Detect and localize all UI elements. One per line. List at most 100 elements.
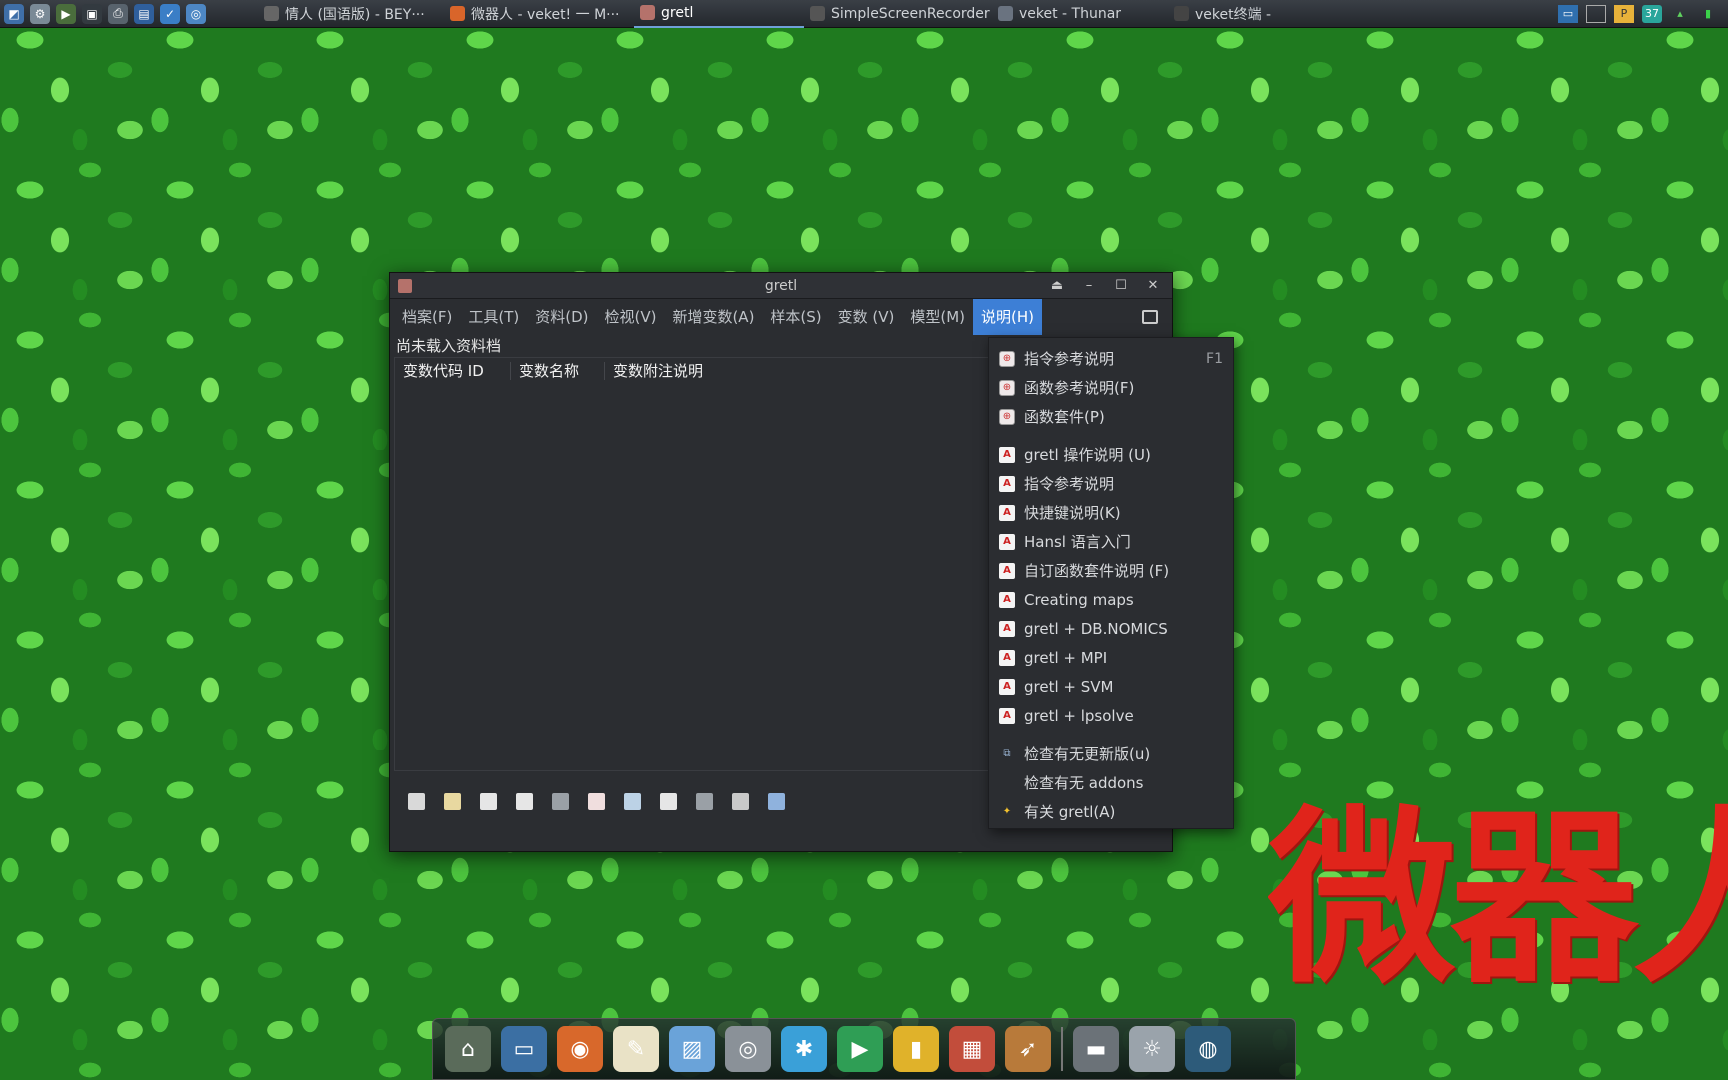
- help-menu-item[interactable]: Agretl 操作说明 (U): [989, 440, 1233, 469]
- help-menu-item[interactable]: ⧉ 检查有无更新版(u): [989, 739, 1233, 768]
- edit-script-icon[interactable]: [444, 792, 461, 810]
- help-menu-item-label: 指令参考说明: [1024, 350, 1115, 368]
- media-player-icon[interactable]: ▶: [837, 1026, 883, 1072]
- menu-item-8[interactable]: 说明(H): [973, 299, 1043, 335]
- rocket-icon[interactable]: ➶: [1005, 1026, 1051, 1072]
- notes-icon[interactable]: ▮: [893, 1026, 939, 1072]
- text-editor-icon[interactable]: ✎: [613, 1026, 659, 1072]
- menu-item-7[interactable]: 模型(M): [902, 299, 973, 335]
- star-icon: ✦: [1002, 806, 1012, 817]
- shade-icon[interactable]: ⏏: [1048, 277, 1066, 295]
- task-list: 情人 (国语版) - BEY··· 微器人 - veket! 一 M··· gret…: [258, 0, 1398, 28]
- help-menu-item[interactable]: A 指令参考说明: [989, 469, 1233, 498]
- globe-icon[interactable]: ◎: [186, 3, 206, 24]
- help-menu-item-label: Creating maps: [1024, 590, 1134, 609]
- search-icon[interactable]: [624, 792, 641, 810]
- task-button-3[interactable]: SimpleScreenRecorder: [804, 0, 992, 28]
- minimize-icon[interactable]: –: [1080, 277, 1098, 295]
- column-header-name[interactable]: 变数名称: [511, 362, 605, 380]
- terminal-icon: [1174, 6, 1189, 21]
- task-label: 微器人 - veket! 一 M···: [471, 6, 620, 23]
- help-icon[interactable]: [588, 792, 605, 810]
- task-button-2[interactable]: gretl: [634, 0, 804, 28]
- menu-item-5[interactable]: 样本(S): [762, 299, 829, 335]
- help-menu-item[interactable]: A Creating maps: [989, 585, 1233, 614]
- help-menu-item-label: 快捷键说明(K): [1024, 504, 1121, 522]
- menu-item-3[interactable]: 检视(V): [596, 299, 664, 335]
- task-button-1[interactable]: 微器人 - veket! 一 M···: [444, 0, 634, 28]
- clipboard-icon[interactable]: P: [1614, 4, 1634, 23]
- help-menu-item[interactable]: Agretl + SVM: [989, 672, 1233, 701]
- dock-separator: [1061, 1027, 1063, 1071]
- drive-icon[interactable]: ▬: [1073, 1026, 1119, 1072]
- help-menu-item[interactable]: Agretl + lpsolve: [989, 701, 1233, 730]
- help-menu-item[interactable]: Agretl + DB.NOMICS: [989, 614, 1233, 643]
- graph-icon[interactable]: [660, 792, 677, 810]
- desktop-icon[interactable]: ⌂: [445, 1026, 491, 1072]
- network-icon[interactable]: ✱: [781, 1026, 827, 1072]
- session-icon[interactable]: [516, 792, 533, 810]
- column-header-description[interactable]: 变数附注说明: [605, 362, 703, 380]
- globe-icon[interactable]: ◍: [1185, 1026, 1231, 1072]
- disc-icon[interactable]: ◎: [725, 1026, 771, 1072]
- help-menu-item[interactable]: Agretl + MPI: [989, 643, 1233, 672]
- calculator-icon[interactable]: [408, 792, 425, 810]
- close-icon[interactable]: ✕: [1144, 277, 1162, 295]
- menu-item-2[interactable]: 资料(D): [527, 299, 596, 335]
- battery-badge[interactable]: 37: [1642, 4, 1662, 23]
- printer-icon[interactable]: ⎙: [108, 3, 128, 24]
- help-menu-item[interactable]: ⊕ 函数参考说明(F): [989, 373, 1233, 402]
- help-menu-item[interactable]: ✦ 有关 gretl(A): [989, 797, 1233, 826]
- play-icon[interactable]: ▶: [56, 3, 76, 24]
- menu-item-4[interactable]: 新增变数(A): [664, 299, 762, 335]
- bottom-dock: ⌂ ▭ ◉ ✎ ▨ ◎ ✱ ▶ ▮ ▦ ➶ ▬ ☼ ◍: [432, 1018, 1296, 1080]
- terminal-icon[interactable]: ▣: [82, 3, 102, 24]
- wifi-icon[interactable]: ▴: [1670, 5, 1690, 23]
- formula-icon[interactable]: [552, 792, 569, 810]
- help-menu-item[interactable]: ⊕ 指令参考说明 F1: [989, 344, 1233, 373]
- save-icon[interactable]: [768, 792, 785, 810]
- top-taskbar: ◩ ⚙ ▶ ▣ ⎙ ▤ ✓ ◎ 情人 (国语版) - BEY··· 微器人 - veket! 一…: [0, 0, 1728, 28]
- task-button-4[interactable]: veket - Thunar: [992, 0, 1168, 28]
- settings-sun-icon[interactable]: ☼: [1129, 1026, 1175, 1072]
- menu-item-0[interactable]: 档案(F): [394, 299, 460, 335]
- recorder-icon: [810, 6, 825, 21]
- help-menu-item[interactable]: A 快捷键说明(K): [989, 498, 1233, 527]
- menu-item-1[interactable]: 工具(T): [460, 299, 527, 335]
- spreadsheet-icon[interactable]: ▦: [949, 1026, 995, 1072]
- firefox-icon[interactable]: ◉: [557, 1026, 603, 1072]
- system-monitor-icon[interactable]: ◩: [4, 3, 24, 24]
- window-titlebar[interactable]: gretl ⏏ – ☐ ✕: [390, 273, 1172, 299]
- function-icon[interactable]: [696, 792, 713, 810]
- maximize-icon[interactable]: ☐: [1112, 277, 1130, 295]
- checkmark-icon[interactable]: ✓: [160, 3, 180, 24]
- screen-icon[interactable]: ▭: [1558, 4, 1578, 23]
- console-icon[interactable]: [480, 792, 497, 810]
- help-menu-item[interactable]: 检查有无 addons: [989, 768, 1233, 797]
- monitor-icon[interactable]: ▭: [501, 1026, 547, 1072]
- pdf-icon: A: [999, 620, 1015, 637]
- overlay-text: 微器人: [1268, 800, 1728, 1000]
- power-icon[interactable]: ▮: [1698, 5, 1718, 23]
- help-icon: ⊕: [999, 350, 1015, 367]
- help-menu-item-label: 检查有无 addons: [1024, 774, 1144, 792]
- column-header-id[interactable]: 变数代码 ID: [395, 362, 511, 380]
- task-button-5[interactable]: veket终端 -: [1168, 0, 1298, 28]
- settings-gear-icon[interactable]: ⚙: [30, 3, 50, 24]
- window-icon[interactable]: [1586, 4, 1606, 23]
- database-icon[interactable]: [732, 792, 749, 810]
- menu-separator: [989, 431, 1233, 440]
- task-button-0[interactable]: 情人 (国语版) - BEY···: [258, 0, 444, 28]
- pdf-icon: A: [999, 475, 1015, 492]
- help-menu-item[interactable]: A 自订函数套件说明 (F): [989, 556, 1233, 585]
- windows-list-icon[interactable]: [1142, 310, 1158, 324]
- menu-item-6[interactable]: 变数 (V): [830, 299, 903, 335]
- help-menu-item-label: gretl + lpsolve: [1024, 706, 1134, 725]
- help-menu-dropdown: ⊕ 指令参考说明 F1 ⊕ 函数参考说明(F) ⊕ 函数套件(P) Agretl 操作说明 (…: [988, 337, 1234, 829]
- image-viewer-icon[interactable]: ▨: [669, 1026, 715, 1072]
- photo-icon[interactable]: ▤: [134, 3, 154, 24]
- help-menu-item[interactable]: A Hansl 语言入门: [989, 527, 1233, 556]
- help-icon: ⊕: [999, 379, 1015, 396]
- pdf-icon: A: [999, 649, 1015, 666]
- help-menu-item[interactable]: ⊕ 函数套件(P): [989, 402, 1233, 431]
